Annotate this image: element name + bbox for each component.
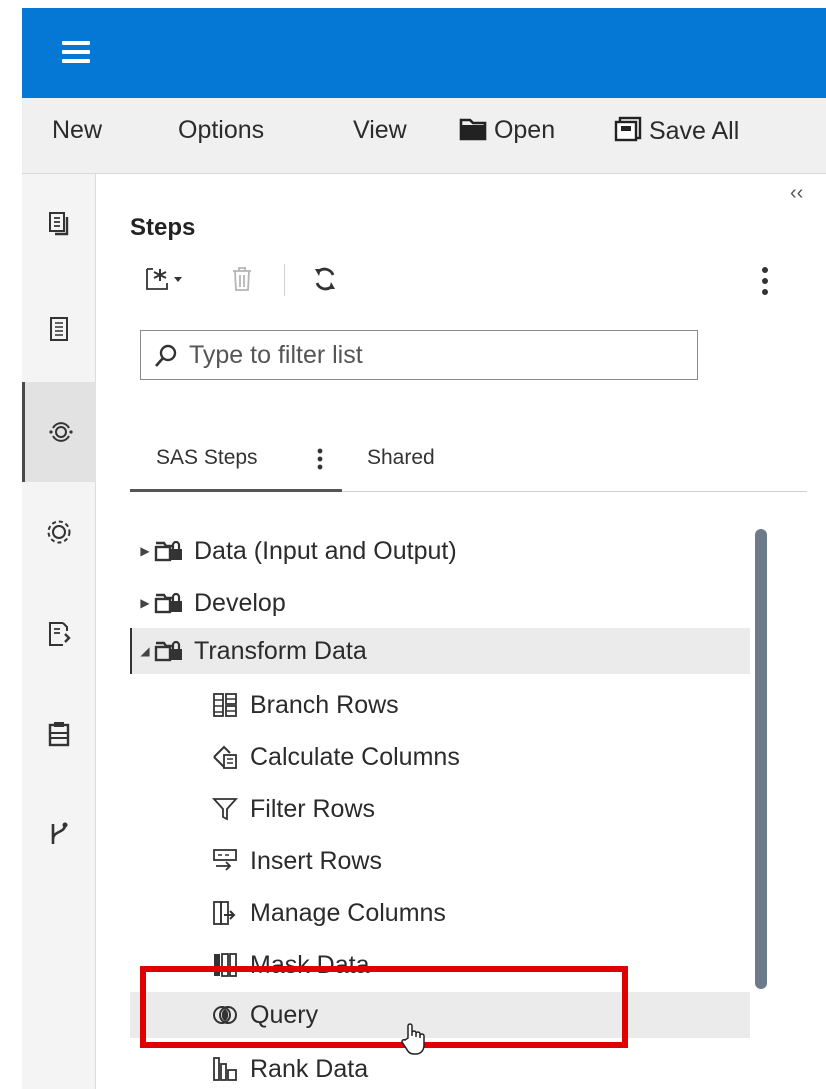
tree-folder-transform-data[interactable]: ◢ Transform Data (130, 628, 750, 674)
expand-caret-icon[interactable]: ▶ (138, 596, 152, 610)
view-menu[interactable]: View (353, 116, 407, 145)
rail-item-clipboard[interactable] (22, 684, 96, 784)
tree-item-query[interactable]: Query (130, 992, 750, 1038)
tab-shared[interactable]: Shared (367, 446, 435, 470)
tree-item-label: Insert Rows (250, 846, 382, 875)
rail-item-settings[interactable] (22, 482, 96, 582)
delete-step-button[interactable] (231, 266, 253, 292)
tree-item-label: Data (Input and Output) (194, 536, 457, 565)
search-icon (155, 344, 177, 367)
panel-title: Steps (130, 214, 196, 241)
options-menu[interactable]: Options (178, 116, 264, 145)
code-icon (49, 622, 71, 646)
steps-icon (48, 422, 73, 442)
locked-folder-icon (152, 639, 186, 663)
tree-item-label: Mask Data (250, 950, 370, 979)
tree-item-insert-rows[interactable]: Insert Rows (130, 838, 750, 884)
app-header (22, 8, 826, 98)
save-all-button[interactable]: Save All (614, 116, 739, 146)
save-all-icon (614, 116, 642, 142)
toolbar-separator (284, 264, 285, 296)
steps-tabs: SAS Steps Shared (130, 436, 807, 492)
filter-icon (208, 796, 242, 822)
rail-item-git[interactable] (22, 784, 96, 884)
tree-item-filter-rows[interactable]: Filter Rows (130, 786, 750, 832)
mask-data-icon (208, 952, 242, 978)
tree-item-label: Rank Data (250, 1054, 369, 1083)
filter-input[interactable] (189, 339, 689, 371)
report-icon (50, 317, 68, 341)
tree-item-rank-data[interactable]: Rank Data (130, 1046, 750, 1089)
collapse-caret-icon[interactable]: ◢ (138, 644, 152, 658)
left-border (0, 0, 22, 1089)
new-menu[interactable]: New (52, 116, 102, 145)
kebab-icon (762, 267, 768, 295)
new-step-button[interactable] (145, 266, 185, 292)
tree-item-mask-data[interactable]: Mask Data (130, 942, 750, 988)
new-step-icon (146, 268, 182, 290)
collapse-panel-button[interactable]: ‹‹ (790, 182, 803, 205)
query-icon (208, 1002, 242, 1028)
clipboard-icon (48, 722, 70, 747)
rank-data-icon (208, 1056, 242, 1082)
tree-item-label: Query (250, 1000, 319, 1029)
save-all-label: Save All (648, 117, 740, 145)
open-button[interactable]: Open (459, 116, 555, 145)
git-icon (51, 822, 68, 844)
tree-item-branch-rows[interactable]: Branch Rows (130, 682, 750, 728)
settings-icon (47, 520, 71, 544)
steps-panel: ‹‹ Steps SAS Steps Shared ▶ Data (Input … (97, 174, 826, 1089)
trash-icon (233, 267, 251, 291)
tab-options-icon[interactable] (313, 444, 327, 474)
refresh-button[interactable] (312, 266, 338, 292)
refresh-icon (315, 267, 335, 291)
more-options-button[interactable] (761, 266, 769, 296)
rail-item-reports[interactable] (22, 279, 96, 379)
open-label: Open (493, 116, 556, 144)
tree-item-manage-columns[interactable]: Manage Columns (130, 890, 750, 936)
tree-item-label: Calculate Columns (250, 742, 460, 771)
rail-item-steps[interactable] (22, 382, 96, 482)
tree-item-calculate-columns[interactable]: Calculate Columns (130, 734, 750, 780)
expand-caret-icon[interactable]: ▶ (138, 544, 152, 558)
tree-scrollbar[interactable] (755, 529, 767, 989)
document-icon (49, 212, 69, 236)
active-tab-indicator (130, 489, 342, 492)
tree-item-label: Develop (194, 588, 286, 617)
branch-rows-icon (208, 692, 242, 718)
navigation-rail (22, 174, 96, 1089)
locked-folder-icon (152, 591, 186, 615)
calculate-columns-icon (208, 744, 242, 770)
rail-item-documents[interactable] (22, 174, 96, 274)
tree-folder-data[interactable]: ▶ Data (Input and Output) (130, 528, 750, 574)
locked-folder-icon (152, 539, 186, 563)
tree-item-label: Branch Rows (250, 690, 399, 719)
menu-bar: New Options View Open Save All (22, 98, 826, 174)
rail-item-code[interactable] (22, 584, 96, 684)
tree-item-label: Transform Data (194, 636, 367, 665)
top-border (0, 0, 826, 8)
filter-box (140, 330, 698, 380)
tree-item-label: Manage Columns (250, 898, 446, 927)
hamburger-icon[interactable] (62, 41, 90, 63)
tree-item-label: Filter Rows (250, 794, 376, 823)
tree-folder-develop[interactable]: ▶ Develop (130, 580, 750, 626)
folder-icon (459, 118, 487, 141)
insert-rows-icon (208, 848, 242, 874)
hand-cursor-icon (401, 1023, 425, 1055)
manage-columns-icon (208, 900, 242, 926)
tab-sas-steps[interactable]: SAS Steps (156, 446, 258, 470)
